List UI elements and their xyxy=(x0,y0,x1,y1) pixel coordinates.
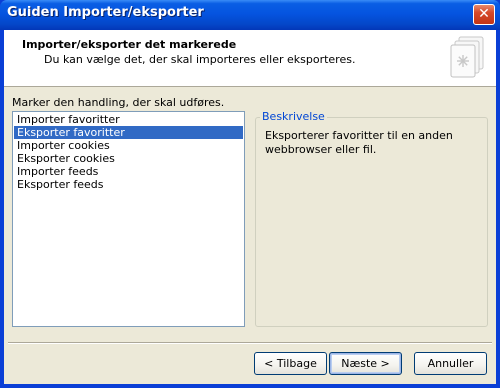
description-text: Eksporterer favoritter til en anden webb… xyxy=(265,129,453,156)
back-button[interactable]: < Tilbage xyxy=(254,352,327,375)
list-item-export-favorites[interactable]: Eksporter favoritter xyxy=(14,126,243,139)
wizard-window: Guiden Importer/eksporter ✕ Importer/eks… xyxy=(0,0,500,388)
list-item-export-feeds[interactable]: Eksporter feeds xyxy=(14,178,243,191)
list-item-import-favorites[interactable]: Importer favoritter xyxy=(14,113,243,126)
list-item-import-feeds[interactable]: Importer feeds xyxy=(14,165,243,178)
close-button[interactable]: ✕ xyxy=(473,4,495,25)
instruction-label: Marker den handling, der skal udføres. xyxy=(12,96,225,109)
title-bar[interactable]: Guiden Importer/eksporter ✕ xyxy=(0,0,500,30)
window-title: Guiden Importer/eksporter xyxy=(7,5,204,20)
header-title: Importer/eksporter det markerede xyxy=(22,38,237,51)
close-icon: ✕ xyxy=(478,6,490,22)
button-separator xyxy=(8,342,492,344)
description-legend: Beskrivelse xyxy=(260,110,327,123)
document-stack-icon xyxy=(450,36,484,78)
wizard-header: Importer/eksporter det markerede Du kan … xyxy=(4,30,496,87)
next-button[interactable]: Næste > xyxy=(329,352,402,375)
cancel-button[interactable]: Annuller xyxy=(414,352,487,375)
dialog-body: Importer/eksporter det markerede Du kan … xyxy=(4,30,496,384)
list-item-import-cookies[interactable]: Importer cookies xyxy=(14,139,243,152)
list-item-export-cookies[interactable]: Eksporter cookies xyxy=(14,152,243,165)
action-listbox[interactable]: Importer favoritter Eksporter favoritter… xyxy=(12,111,245,327)
header-subtitle: Du kan vælge det, der skal importeres el… xyxy=(44,53,356,66)
